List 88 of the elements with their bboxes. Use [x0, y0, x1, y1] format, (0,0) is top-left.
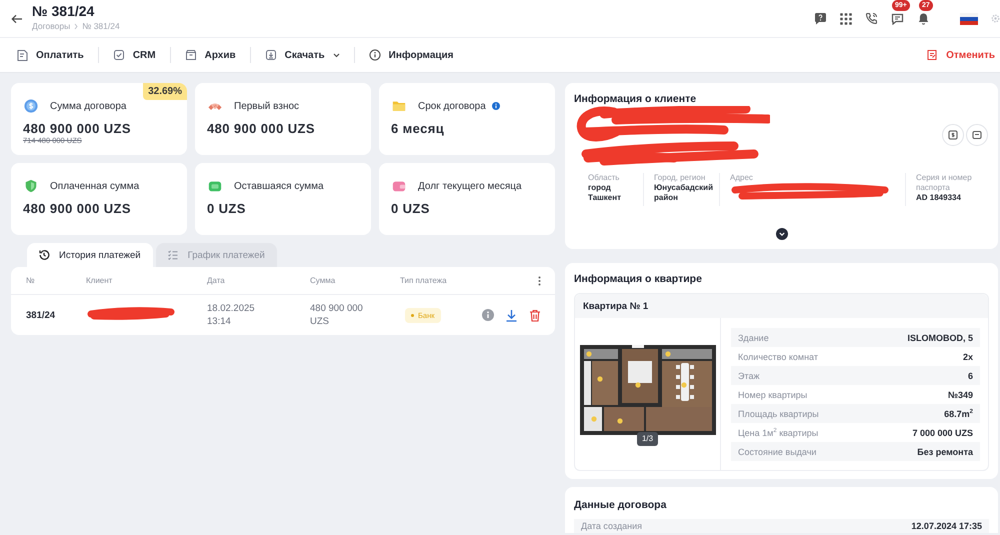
table-cell-text: 480 900 000 UZS — [310, 302, 364, 328]
toolbar-button[interactable]: Архив — [170, 38, 250, 72]
spec-value: 68.7m$^{2}$ — [944, 408, 973, 418]
banknote-icon — [948, 130, 958, 140]
help-chat-icon[interactable] — [814, 12, 827, 25]
bell-icon[interactable] — [917, 12, 930, 25]
stat-value: 480 900 000 UZS — [23, 201, 132, 216]
tab[interactable]: История платежей — [27, 243, 153, 267]
section-title: Информация о клиенте — [574, 93, 698, 105]
spec-value: №349 — [948, 390, 973, 400]
stat-label: Срок договора — [418, 100, 486, 112]
section-title: Данные договора — [574, 499, 668, 511]
icon-button[interactable] — [966, 124, 988, 146]
stat-value: 480 900 000 UZS — [23, 121, 132, 136]
stat-label: Сумма договора — [50, 100, 126, 112]
spec-label: Площадь квартиры — [738, 408, 819, 418]
archive-box-icon — [184, 49, 197, 61]
cancel-button[interactable]: Отменить — [912, 38, 1000, 72]
table-cell-text: 18.02.2025 13:14 — [207, 302, 256, 328]
stat-label: Оставшаяся сумма — [234, 180, 324, 192]
column-header: Сумма — [310, 276, 336, 285]
spec-label: Количество комнат — [738, 352, 818, 362]
stat-label: Оплаченная сумма — [50, 180, 140, 192]
column-header: Дата — [207, 276, 226, 285]
spec-value: ISLOMOBOD, 5 — [907, 332, 973, 342]
info-icon — [368, 49, 381, 61]
document-icon — [16, 49, 28, 61]
toolbar-button[interactable]: Скачать — [250, 38, 354, 72]
column-header: Клиент — [86, 276, 114, 285]
stat-label: Долг текущего месяца — [418, 180, 522, 192]
expand-icon[interactable] — [776, 228, 788, 240]
percent-badge: 32.69% — [143, 83, 187, 100]
spec-value: 7 000 000 UZS — [912, 428, 973, 438]
field-value: AD 1849334 — [916, 193, 962, 203]
toolbar-button[interactable]: Информация — [354, 38, 468, 72]
download-icon — [264, 49, 277, 61]
history-icon — [38, 249, 50, 261]
spec-label: Дата создания — [581, 521, 642, 531]
spec-value: 2x — [962, 352, 973, 362]
spec-value: Без ремонта — [917, 446, 973, 456]
field-value: город Ташкент — [588, 183, 622, 203]
status-dot-icon — [411, 314, 414, 316]
spec-value: 6 — [968, 370, 973, 380]
wallet-icon — [208, 179, 222, 193]
stat-value: 6 месяц — [391, 121, 446, 136]
card-icon — [392, 179, 406, 193]
toolbar-button[interactable]: CRM — [98, 38, 170, 72]
breadcrumb-separator-icon — [74, 22, 78, 30]
image-counter: 1/3 — [636, 432, 658, 446]
column-header: № — [26, 276, 36, 285]
field-label: Город, регион — [654, 173, 706, 183]
flag-icon[interactable] — [960, 12, 978, 24]
field-label: Серия и номер паспорта — [916, 173, 973, 193]
list-icon — [166, 249, 179, 261]
trash-icon[interactable] — [529, 308, 541, 322]
more-icon[interactable] — [538, 276, 541, 286]
check-square-icon — [112, 49, 125, 61]
field-label: Адрес — [730, 173, 754, 183]
coin-icon — [24, 99, 38, 113]
folder-icon — [392, 99, 406, 113]
table-cell-text: 381/24 — [26, 310, 56, 320]
stat-value: 0 UZS — [207, 201, 247, 216]
page-title: № 381/24 — [32, 3, 96, 19]
section-title: Информация о квартире — [574, 273, 703, 285]
icon-button[interactable] — [942, 124, 964, 146]
stat-value: 480 900 000 UZS — [207, 121, 316, 136]
stat-label: Первый взнос — [234, 100, 300, 112]
shield-icon — [24, 179, 38, 193]
spec-label: Состояние выдачи — [738, 446, 816, 456]
column-header: Тип платежа — [400, 276, 448, 285]
back-arrow-icon[interactable] — [11, 14, 23, 24]
spec-value: 12.07.2024 17:35 — [911, 521, 982, 531]
download-icon[interactable] — [505, 308, 518, 322]
apps-grid-icon[interactable] — [840, 12, 852, 24]
phone-icon[interactable] — [865, 12, 878, 25]
spec-label: Цена 1м$^{2}$ квартиры — [738, 428, 818, 438]
info-icon[interactable] — [482, 309, 494, 321]
field-value: Юнусабадский район — [654, 183, 714, 203]
card-icon — [972, 130, 982, 140]
spec-label: Этаж — [738, 370, 760, 380]
spec-label: Номер квартиры — [738, 390, 808, 400]
chat-icon[interactable] — [891, 12, 904, 25]
stat-value: 0 UZS — [391, 201, 431, 216]
spec-label: Здание — [738, 332, 769, 342]
document-icon — [926, 49, 938, 61]
apartment-name: Квартира № 1 — [583, 300, 648, 312]
toolbar-button[interactable]: Оплатить — [16, 38, 98, 72]
field-label: Область — [588, 173, 620, 183]
